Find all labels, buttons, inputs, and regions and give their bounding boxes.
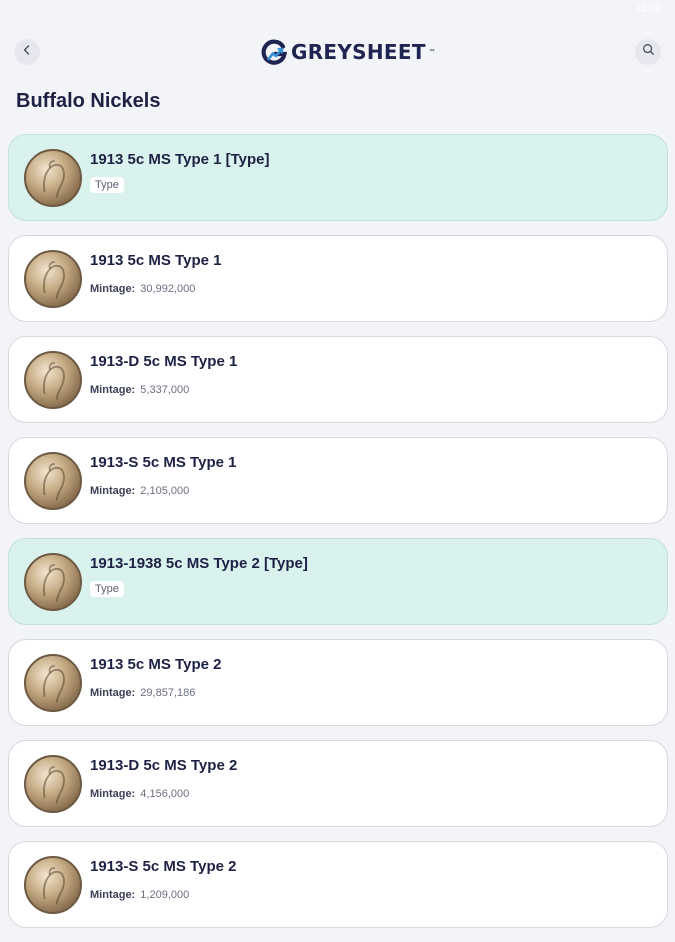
buffalo-nickel-coin-icon bbox=[24, 452, 82, 510]
coin-name: 1913-D 5c MS Type 1 bbox=[90, 353, 238, 370]
coin-name: 1913-S 5c MS Type 2 bbox=[90, 858, 237, 875]
coin-list-item[interactable]: 1913-D 5c MS Type 1 Mintage: 5,337,000 bbox=[8, 336, 668, 423]
buffalo-nickel-coin-icon bbox=[24, 856, 82, 914]
mintage-label: Mintage: bbox=[90, 889, 136, 901]
mintage-value: 2,105,000 bbox=[140, 485, 190, 497]
mintage-row: Mintage: 4,156,000 bbox=[90, 788, 189, 800]
page-title: Buffalo Nickels bbox=[16, 90, 161, 112]
app-header: GREYSHEET ™ bbox=[0, 0, 675, 90]
coin-list-item[interactable]: 1913-D 5c MS Type 2 Mintage: 4,156,000 bbox=[8, 740, 668, 827]
buffalo-nickel-coin-icon bbox=[24, 654, 82, 712]
coin-list-item[interactable]: 1913 5c MS Type 1 [Type] Type bbox=[8, 134, 668, 221]
logo-trademark: ™ bbox=[428, 49, 435, 55]
mintage-value: 29,857,186 bbox=[140, 687, 196, 699]
logo-wordmark: GREYSHEET bbox=[291, 40, 426, 64]
mintage-row: Mintage: 29,857,186 bbox=[90, 687, 195, 699]
mintage-label: Mintage: bbox=[90, 283, 136, 295]
coin-list-item[interactable]: 1913-1938 5c MS Type 2 [Type] Type bbox=[8, 538, 668, 625]
mintage-row: Mintage: 5,337,000 bbox=[90, 384, 189, 396]
mintage-value: 5,337,000 bbox=[140, 384, 190, 396]
mintage-label: Mintage: bbox=[90, 485, 136, 497]
mintage-row: Mintage: 30,992,000 bbox=[90, 283, 195, 295]
mintage-value: 4,156,000 bbox=[140, 788, 190, 800]
mintage-value: 1,209,000 bbox=[140, 889, 190, 901]
buffalo-nickel-coin-icon bbox=[24, 250, 82, 308]
coin-name: 1913 5c MS Type 1 bbox=[90, 252, 222, 269]
search-icon bbox=[642, 43, 655, 61]
mintage-label: Mintage: bbox=[90, 384, 136, 396]
coin-name: 1913-D 5c MS Type 2 bbox=[90, 757, 238, 774]
coin-name: 1913-1938 5c MS Type 2 [Type] bbox=[90, 555, 308, 572]
mintage-label: Mintage: bbox=[90, 687, 136, 699]
chevron-left-icon bbox=[21, 43, 33, 61]
coin-list-item[interactable]: 1913 5c MS Type 1 Mintage: 30,992,000 bbox=[8, 235, 668, 322]
mintage-row: Mintage: 1,209,000 bbox=[90, 889, 189, 901]
greysheet-logo: GREYSHEET ™ bbox=[259, 37, 435, 67]
mintage-value: 30,992,000 bbox=[140, 283, 196, 295]
mintage-label: Mintage: bbox=[90, 788, 136, 800]
coin-list-item[interactable]: 1913-S 5c MS Type 1 Mintage: 2,105,000 bbox=[8, 437, 668, 524]
back-button[interactable] bbox=[14, 39, 40, 65]
coin-list-item[interactable]: 1913 5c MS Type 2 Mintage: 29,857,186 bbox=[8, 639, 668, 726]
buffalo-nickel-coin-icon bbox=[24, 553, 82, 611]
greysheet-logo-mark-icon bbox=[261, 39, 288, 65]
coin-list: 1913 5c MS Type 1 [Type] Type 1913 5c MS… bbox=[8, 134, 668, 942]
mintage-row: Mintage: 2,105,000 bbox=[90, 485, 189, 497]
coin-list-item[interactable]: 1913-S 5c MS Type 2 Mintage: 1,209,000 bbox=[8, 841, 668, 928]
coin-name: 1913 5c MS Type 1 [Type] bbox=[90, 151, 270, 168]
buffalo-nickel-coin-icon bbox=[24, 755, 82, 813]
type-badge: Type bbox=[90, 177, 124, 193]
search-button[interactable] bbox=[635, 39, 661, 65]
coin-name: 1913 5c MS Type 2 bbox=[90, 656, 222, 673]
buffalo-nickel-coin-icon bbox=[24, 149, 82, 207]
buffalo-nickel-coin-icon bbox=[24, 351, 82, 409]
coin-name: 1913-S 5c MS Type 1 bbox=[90, 454, 237, 471]
type-badge: Type bbox=[90, 581, 124, 597]
